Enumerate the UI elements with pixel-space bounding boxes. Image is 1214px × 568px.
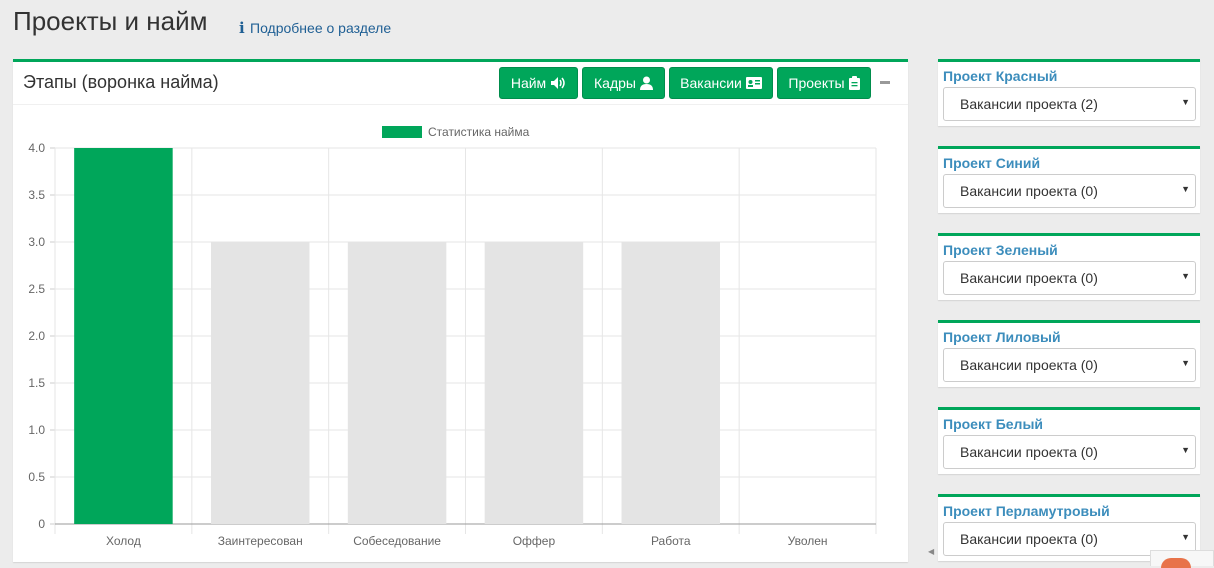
collapse-button[interactable] [880, 72, 892, 88]
x-tick-label: Заинтересован [218, 534, 303, 548]
bar [74, 148, 173, 524]
funnel-box-header: Этапы (воронка найма) Найм Кадры Ваканси… [13, 62, 908, 105]
info-link[interactable]: i Подробнее о разделе [239, 19, 391, 37]
caret-down-icon: ▼ [1181, 532, 1190, 542]
caret-down-icon: ▼ [1181, 445, 1190, 455]
project-vacancies-select[interactable]: Вакансии проекта (2) ▼ [943, 87, 1196, 121]
caret-down-icon: ▼ [1181, 271, 1190, 281]
project-vacancies-select[interactable]: Вакансии проекта (0) ▼ [943, 435, 1196, 469]
project-vacancies-select[interactable]: Вакансии проекта (0) ▼ [943, 261, 1196, 295]
y-tick-label: 3.5 [28, 188, 45, 202]
info-link-label: Подробнее о разделе [250, 20, 392, 36]
bar [621, 242, 721, 524]
x-tick-label: Оффер [513, 534, 556, 548]
project-name[interactable]: Проект Зеленый [943, 242, 1058, 258]
volume-icon [551, 77, 565, 89]
x-tick-label: Работа [651, 534, 691, 548]
bar [210, 242, 310, 524]
project-name[interactable]: Проект Перламутровый [943, 503, 1110, 519]
funnel-box: Этапы (воронка найма) Найм Кадры Ваканси… [13, 59, 908, 562]
project-name[interactable]: Проект Синий [943, 155, 1040, 171]
project-vacancies-select[interactable]: Вакансии проекта (0) ▼ [943, 174, 1196, 208]
y-tick-label: 1.5 [28, 376, 45, 390]
y-tick-label: 2.0 [28, 329, 45, 343]
project-name[interactable]: Проект Белый [943, 416, 1043, 432]
legend-label: Статистика найма [428, 125, 530, 139]
id-card-icon [745, 77, 762, 89]
vacancies-button-label: Вакансии [680, 75, 742, 91]
y-tick-label: 1.0 [28, 423, 45, 437]
select-value: Вакансии проекта (0) [960, 183, 1098, 199]
x-tick-label: Холод [106, 534, 141, 548]
staff-button[interactable]: Кадры [582, 67, 665, 99]
project-card: Проект Синий Вакансии проекта (0) ▼ [938, 146, 1200, 213]
clipboard-icon [848, 76, 860, 90]
projects-button-label: Проекты [788, 75, 845, 91]
select-value: Вакансии проекта (0) [960, 531, 1098, 547]
project-card: Проект Зеленый Вакансии проекта (0) ▼ [938, 233, 1200, 300]
logo-icon [1161, 558, 1191, 568]
bar [484, 242, 584, 524]
project-name[interactable]: Проект Лиловый [943, 329, 1061, 345]
x-tick-label: Уволен [788, 534, 828, 548]
select-value: Вакансии проекта (0) [960, 357, 1098, 373]
staff-button-label: Кадры [594, 75, 636, 91]
y-tick-label: 3.0 [28, 235, 45, 249]
hiring-button[interactable]: Найм [499, 67, 578, 99]
caret-down-icon: ▼ [1181, 184, 1190, 194]
x-tick-label: Собеседование [353, 534, 441, 548]
info-icon: i [239, 19, 245, 37]
select-value: Вакансии проекта (2) [960, 96, 1098, 112]
minus-icon [880, 81, 890, 84]
caret-down-icon: ▼ [1181, 358, 1190, 368]
funnel-chart: 0 0.5 1.0 1.5 2.0 2.5 3.0 3.5 4.0 Холод Заинтересо… [28, 125, 877, 548]
project-card: Проект Красный Вакансии проекта (2) ▼ [938, 59, 1200, 126]
y-tick-label: 0.5 [28, 470, 45, 484]
project-card: Проект Белый Вакансии проекта (0) ▼ [938, 407, 1200, 474]
y-tick-label: 4.0 [28, 141, 45, 155]
projects-button[interactable]: Проекты [777, 67, 871, 99]
legend-swatch [382, 126, 422, 138]
user-icon [639, 76, 653, 90]
vacancies-button[interactable]: Вакансии [669, 67, 773, 99]
scroll-left-icon[interactable]: ◀ [928, 547, 934, 556]
project-card: Проект Лиловый Вакансии проекта (0) ▼ [938, 320, 1200, 387]
project-name[interactable]: Проект Красный [943, 68, 1057, 84]
corner-widget[interactable] [1150, 550, 1214, 568]
bar [347, 242, 447, 524]
project-vacancies-select[interactable]: Вакансии проекта (0) ▼ [943, 348, 1196, 382]
funnel-box-title: Этапы (воронка найма) [23, 72, 219, 92]
select-value: Вакансии проекта (0) [960, 444, 1098, 460]
caret-down-icon: ▼ [1181, 97, 1190, 107]
y-tick-label: 2.5 [28, 282, 45, 296]
hiring-button-label: Найм [510, 75, 547, 91]
y-tick-label: 0 [38, 517, 45, 531]
page-title: Проекты и найм [13, 6, 208, 36]
select-value: Вакансии проекта (0) [960, 270, 1098, 286]
